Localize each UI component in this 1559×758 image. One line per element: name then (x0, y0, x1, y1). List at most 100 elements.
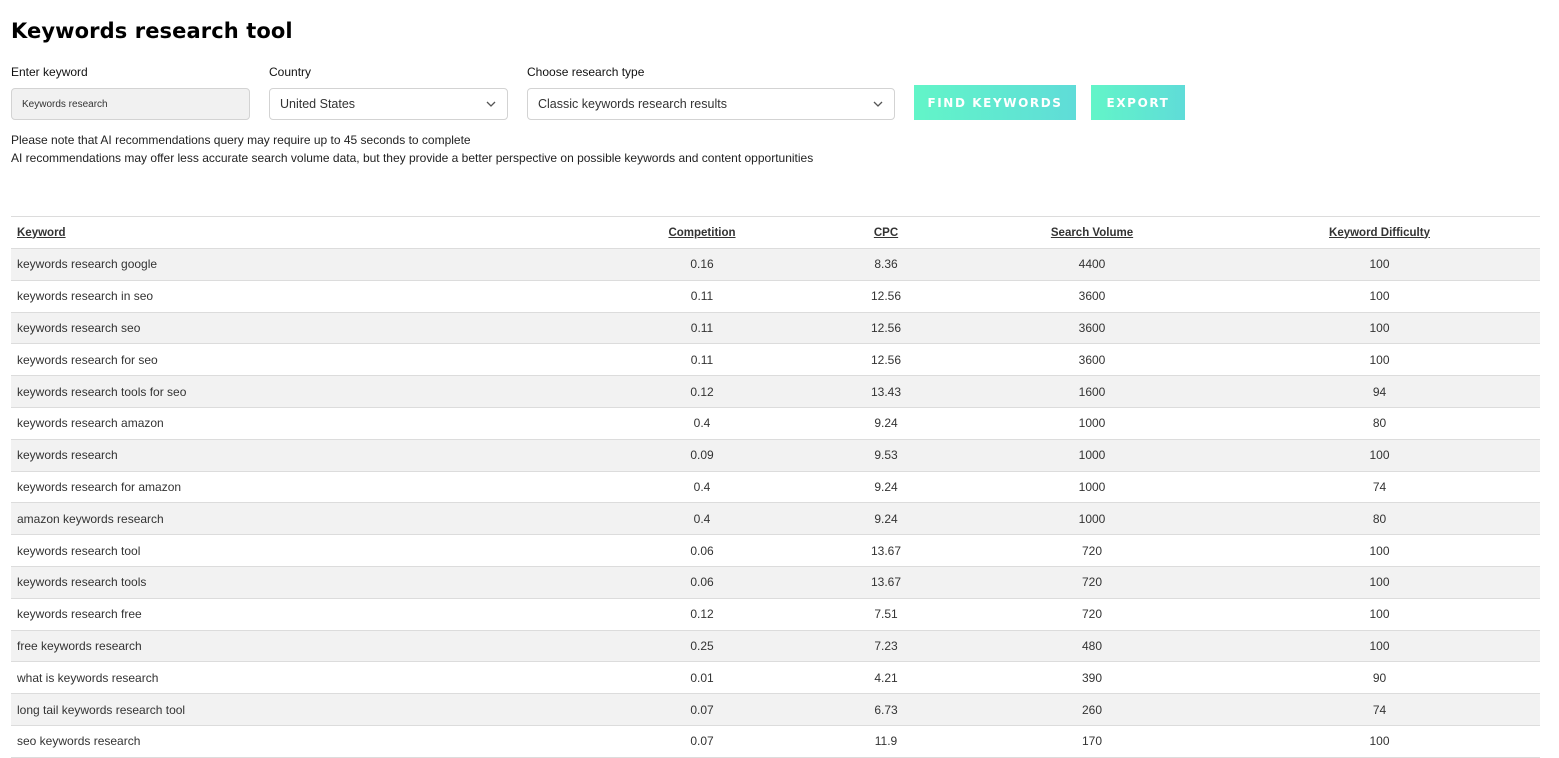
table-header-row: Keyword Competition CPC Search Volume Ke… (11, 216, 1540, 249)
column-header-search-volume[interactable]: Search Volume (965, 216, 1219, 249)
cell-keyword-difficulty: 100 (1219, 630, 1540, 663)
cell-competition: 0.4 (597, 471, 807, 504)
keyword-label: Enter keyword (11, 65, 88, 79)
cell-keyword: keywords research (11, 439, 597, 472)
cell-cpc: 12.56 (807, 343, 965, 377)
cell-competition: 0.16 (597, 248, 807, 281)
column-header-cpc[interactable]: CPC (807, 216, 965, 249)
cell-keyword: keywords research tools (11, 566, 597, 599)
table-row: keywords research google 0.16 8.36 4400 100 (11, 248, 1540, 281)
cell-search-volume: 170 (965, 725, 1219, 758)
cell-competition: 0.11 (597, 312, 807, 345)
table-row: keywords research tools for seo 0.12 13.43… (11, 375, 1540, 408)
table-row: keywords research tools 0.06 13.67 720 100 (11, 566, 1540, 599)
cell-cpc: 7.23 (807, 630, 965, 663)
cell-cpc: 4.21 (807, 661, 965, 695)
cell-keyword: keywords research for seo (11, 343, 597, 377)
table-row: amazon keywords research 0.4 9.24 1000 80 (11, 502, 1540, 536)
cell-competition: 0.4 (597, 407, 807, 440)
table-row: keywords research for amazon 0.4 9.24 1000 7… (11, 471, 1540, 504)
table-row: keywords research amazon 0.4 9.24 1000 80 (11, 407, 1540, 440)
table-row: keywords research 0.09 9.53 1000 100 (11, 439, 1540, 472)
cell-keyword: free keywords research (11, 630, 597, 663)
column-header-keyword-difficulty[interactable]: Keyword Difficulty (1219, 216, 1540, 249)
cell-competition: 0.12 (597, 598, 807, 631)
table-row: keywords research in seo 0.11 12.56 3600 100 (11, 280, 1540, 313)
cell-search-volume: 4400 (965, 248, 1219, 281)
cell-competition: 0.06 (597, 534, 807, 567)
cell-search-volume: 1600 (965, 375, 1219, 408)
cell-search-volume: 260 (965, 693, 1219, 726)
cell-keyword: keywords research seo (11, 312, 597, 345)
cell-cpc: 9.24 (807, 471, 965, 504)
research-type-selected-value: Classic keywords research results (538, 97, 727, 111)
country-select[interactable]: United States (269, 88, 508, 120)
cell-cpc: 13.43 (807, 375, 965, 408)
chevron-down-icon (485, 98, 497, 110)
cell-keyword-difficulty: 74 (1219, 471, 1540, 504)
column-header-competition[interactable]: Competition (597, 216, 807, 249)
cell-competition: 0.09 (597, 439, 807, 472)
cell-keyword-difficulty: 100 (1219, 566, 1540, 599)
cell-keyword-difficulty: 100 (1219, 534, 1540, 567)
find-keywords-button[interactable]: FIND KEYWORDS (914, 85, 1076, 120)
cell-search-volume: 1000 (965, 471, 1219, 504)
cell-keyword-difficulty: 94 (1219, 375, 1540, 408)
cell-keyword: long tail keywords research tool (11, 693, 597, 726)
cell-competition: 0.07 (597, 693, 807, 726)
table-row: seo keywords research 0.07 11.9 170 100 (11, 725, 1540, 758)
table-row: keywords research for seo 0.11 12.56 3600 10… (11, 343, 1540, 377)
table-row: what is keywords research 0.01 4.21 390 90 (11, 661, 1540, 695)
cell-competition: 0.25 (597, 630, 807, 663)
cell-keyword: keywords research tools for seo (11, 375, 597, 408)
table-row: keywords research free 0.12 7.51 720 100 (11, 598, 1540, 631)
cell-keyword-difficulty: 74 (1219, 693, 1540, 726)
cell-keyword: amazon keywords research (11, 502, 597, 536)
cell-search-volume: 480 (965, 630, 1219, 663)
keyword-input[interactable] (11, 88, 250, 120)
cell-search-volume: 1000 (965, 439, 1219, 472)
cell-search-volume: 720 (965, 534, 1219, 567)
cell-search-volume: 720 (965, 598, 1219, 631)
cell-keyword: keywords research tool (11, 534, 597, 567)
export-button[interactable]: EXPORT (1091, 85, 1185, 120)
table-row: long tail keywords research tool 0.07 6.73… (11, 693, 1540, 726)
cell-cpc: 9.53 (807, 439, 965, 472)
country-selected-value: United States (280, 97, 356, 111)
cell-cpc: 12.56 (807, 312, 965, 345)
cell-cpc: 9.24 (807, 502, 965, 536)
chevron-down-icon (872, 98, 884, 110)
ai-accuracy-note: AI recommendations may offer less accura… (11, 151, 814, 165)
table-row: keywords research seo 0.11 12.56 3600 100 (11, 312, 1540, 345)
cell-keyword-difficulty: 90 (1219, 661, 1540, 695)
cell-keyword-difficulty: 100 (1219, 343, 1540, 377)
cell-keyword: keywords research for amazon (11, 471, 597, 504)
cell-search-volume: 3600 (965, 280, 1219, 313)
cell-competition: 0.12 (597, 375, 807, 408)
cell-keyword-difficulty: 100 (1219, 312, 1540, 345)
cell-cpc: 13.67 (807, 534, 965, 567)
country-label: Country (269, 65, 312, 79)
research-type-select[interactable]: Classic keywords research results (527, 88, 895, 120)
cell-cpc: 12.56 (807, 280, 965, 313)
cell-keyword-difficulty: 80 (1219, 502, 1540, 536)
cell-competition: 0.11 (597, 280, 807, 313)
cell-keyword: keywords research google (11, 248, 597, 281)
table-row: free keywords research 0.25 7.23 480 100 (11, 630, 1540, 663)
cell-keyword: what is keywords research (11, 661, 597, 695)
cell-keyword-difficulty: 100 (1219, 725, 1540, 758)
cell-competition: 0.11 (597, 343, 807, 377)
cell-cpc: 9.24 (807, 407, 965, 440)
cell-cpc: 11.9 (807, 725, 965, 758)
cell-competition: 0.01 (597, 661, 807, 695)
cell-keyword-difficulty: 100 (1219, 598, 1540, 631)
keywords-results-table: Keyword Competition CPC Search Volume Ke… (11, 216, 1540, 758)
cell-cpc: 6.73 (807, 693, 965, 726)
column-header-keyword[interactable]: Keyword (11, 216, 597, 249)
cell-search-volume: 3600 (965, 343, 1219, 377)
cell-keyword-difficulty: 100 (1219, 280, 1540, 313)
research-type-label: Choose research type (527, 65, 645, 79)
cell-cpc: 13.67 (807, 566, 965, 599)
cell-competition: 0.06 (597, 566, 807, 599)
page-title: Keywords research tool (11, 19, 293, 43)
